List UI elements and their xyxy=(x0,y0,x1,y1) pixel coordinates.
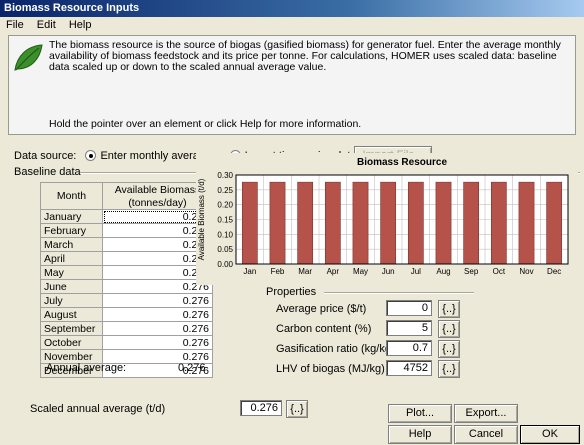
month-cell: January xyxy=(40,209,103,224)
month-cell: July xyxy=(40,293,103,308)
month-cell: September xyxy=(40,321,103,336)
table-row: January 0.276 xyxy=(40,209,213,224)
property-input[interactable]: 0.7 xyxy=(386,340,432,356)
property-sensitivity-button[interactable]: {..} xyxy=(438,340,460,358)
annual-average-value: 0.276 xyxy=(178,362,206,374)
bar-feb xyxy=(269,181,286,265)
y-tick-label: 0.10 xyxy=(217,230,233,239)
y-tick-label: 0.15 xyxy=(217,216,233,225)
window-title: Biomass Resource Inputs xyxy=(0,0,584,17)
table-row: October 0.276 xyxy=(40,335,213,350)
x-tick-label: Mar xyxy=(298,267,312,276)
chart-title: Biomass Resource xyxy=(357,157,447,168)
bar-jun xyxy=(380,181,397,265)
info-panel: The biomass resource is the source of bi… xyxy=(8,35,576,135)
biomass-value-cell[interactable]: 0.276 xyxy=(102,321,213,336)
x-tick-label: Feb xyxy=(271,267,285,276)
property-input[interactable]: 0 xyxy=(386,300,432,316)
data-source-label: Data source: xyxy=(14,150,77,162)
x-tick-label: Jul xyxy=(411,267,421,276)
table-row: August 0.276 xyxy=(40,307,213,322)
month-cell: May xyxy=(40,265,103,280)
x-tick-label: Sep xyxy=(464,267,479,276)
bar-aug xyxy=(435,181,452,265)
x-tick-label: May xyxy=(353,267,368,276)
bar-dec xyxy=(546,181,563,265)
y-tick-label: 0.25 xyxy=(217,186,233,195)
x-tick-label: Oct xyxy=(493,267,506,276)
y-tick-label: 0.05 xyxy=(217,245,233,254)
property-sensitivity-button[interactable]: {..} xyxy=(438,300,460,318)
bar-apr xyxy=(324,181,341,265)
month-cell: October xyxy=(40,335,103,350)
properties-label: Properties xyxy=(266,286,317,298)
info-text: The biomass resource is the source of bi… xyxy=(49,39,561,73)
x-tick-label: Aug xyxy=(436,267,450,276)
y-tick-label: 0.30 xyxy=(217,171,233,180)
month-cell: February xyxy=(40,223,103,238)
x-tick-label: Dec xyxy=(547,267,561,276)
cancel-button[interactable]: Cancel xyxy=(454,425,518,444)
baseline-label: Baseline data xyxy=(14,166,81,178)
scaled-sensitivity-button[interactable]: {..} xyxy=(286,400,308,418)
bar-mar xyxy=(297,181,314,265)
table-row: April 0.276 xyxy=(40,251,213,266)
y-tick-label: 0.20 xyxy=(217,201,233,210)
month-cell: March xyxy=(40,237,103,252)
property-sensitivity-button[interactable]: {..} xyxy=(438,360,460,378)
scaled-average-label: Scaled annual average (t/d) xyxy=(30,403,166,415)
month-cell: April xyxy=(40,251,103,266)
ok-button[interactable]: OK xyxy=(520,425,580,444)
menu-help[interactable]: Help xyxy=(69,19,92,31)
x-tick-label: Apr xyxy=(327,267,340,276)
table-row: May 0.276 xyxy=(40,265,213,280)
menu-edit[interactable]: Edit xyxy=(37,19,56,31)
property-label: LHV of biogas (MJ/kg) xyxy=(276,363,385,375)
month-cell: June xyxy=(40,279,103,294)
menu-bar: File Edit Help xyxy=(0,17,584,33)
help-button[interactable]: Help xyxy=(388,425,452,444)
leaf-icon xyxy=(14,44,43,71)
bar-jan xyxy=(241,181,258,265)
property-input[interactable]: 4752 xyxy=(386,360,432,376)
bar-sep xyxy=(463,181,480,265)
monthly-table: Month Available Biomass (tonnes/day) Jan… xyxy=(40,182,213,378)
x-tick-label: Jun xyxy=(382,267,395,276)
biomass-chart: Biomass Resource 0.00 0.05 0.10 0.15 0.20 0.25… xyxy=(196,153,578,285)
property-label: Gasification ratio (kg/kg) xyxy=(276,343,395,355)
property-label: Carbon content (%) xyxy=(276,323,372,335)
biomass-value-cell[interactable]: 0.276 xyxy=(102,293,213,308)
property-label: Average price ($/t) xyxy=(276,303,367,315)
table-row: March 0.276 xyxy=(40,237,213,252)
biomass-value-cell[interactable]: 0.276 xyxy=(102,307,213,322)
x-tick-label: Jan xyxy=(243,267,256,276)
property-sensitivity-button[interactable]: {..} xyxy=(438,320,460,338)
property-input[interactable]: 5 xyxy=(386,320,432,336)
bar-nov xyxy=(518,181,535,265)
x-tick-label: Nov xyxy=(519,267,533,276)
menu-file[interactable]: File xyxy=(6,19,24,31)
table-row: June 0.276 xyxy=(40,279,213,294)
table-row: July 0.276 xyxy=(40,293,213,308)
bar-jul xyxy=(407,181,424,265)
plot-button[interactable]: Plot... xyxy=(388,404,452,423)
table-row: September 0.276 xyxy=(40,321,213,336)
y-axis-label: Available Biomass (t/d) xyxy=(197,178,206,260)
month-cell: August xyxy=(40,307,103,322)
scaled-average-input[interactable]: 0.276 xyxy=(240,400,282,416)
bar-oct xyxy=(490,181,507,265)
table-row: February 0.276 xyxy=(40,223,213,238)
biomass-value-cell[interactable]: 0.276 xyxy=(102,335,213,350)
export-button[interactable]: Export... xyxy=(454,404,518,423)
annual-average-label: Annual average: xyxy=(46,362,127,374)
properties-divider xyxy=(324,292,474,294)
col-month-header: Month xyxy=(40,182,103,210)
y-tick-label: 0.00 xyxy=(217,260,233,269)
bar-may xyxy=(352,181,369,265)
info-hint: Hold the pointer over an element or clic… xyxy=(49,118,362,130)
